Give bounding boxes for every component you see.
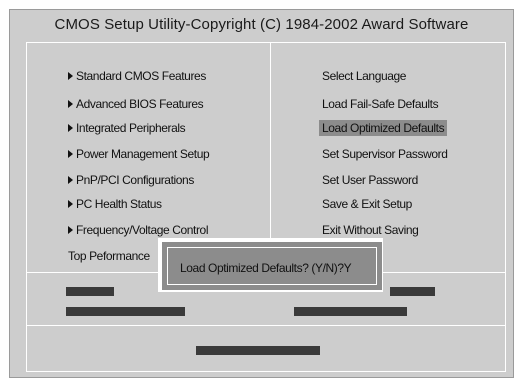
help-key-bar-left: [66, 287, 114, 296]
menu-item-load-failsafe[interactable]: Load Fail-Safe Defaults: [322, 96, 439, 112]
help-text-bar-left: [66, 307, 185, 316]
menu-item-advanced-bios[interactable]: Advanced BIOS Features: [68, 96, 204, 112]
menu-item-label: Top Peformance: [68, 249, 150, 263]
menu-item-label: Set User Password: [322, 173, 418, 187]
window-title: CMOS Setup Utility-Copyright (C) 1984-20…: [54, 16, 469, 33]
menu-item-save-exit[interactable]: Save & Exit Setup: [322, 196, 412, 212]
menu-item-top-performance[interactable]: Top Peformance: [68, 248, 150, 264]
help-section-separator: [26, 325, 506, 326]
menu-item-label: Select Language: [322, 69, 407, 83]
menu-item-label: Integrated Peripherals: [76, 121, 186, 135]
item-help-bar: [196, 346, 320, 355]
menu-item-label: PnP/PCI Configurations: [76, 173, 194, 187]
frame-right-border: [505, 42, 506, 372]
submenu-arrow-icon: [68, 124, 73, 132]
dialog-message[interactable]: Load Optimized Defaults? (Y/N)?Y: [180, 261, 352, 275]
menu-item-power-management[interactable]: Power Management Setup: [68, 146, 210, 162]
menu-item-label: Frequency/Voltage Control: [76, 223, 209, 237]
submenu-arrow-icon: [68, 200, 73, 208]
submenu-arrow-icon: [68, 72, 73, 80]
menu-item-label: Standard CMOS Features: [76, 69, 206, 83]
submenu-arrow-icon: [68, 226, 73, 234]
bios-window: CMOS Setup Utility-Copyright (C) 1984-20…: [9, 9, 514, 378]
confirm-dialog[interactable]: Load Optimized Defaults? (Y/N)?Y: [162, 242, 382, 290]
menu-item-label: Power Management Setup: [76, 147, 210, 161]
menu-item-pnp-pci[interactable]: PnP/PCI Configurations: [68, 172, 194, 188]
menu-item-frequency-voltage[interactable]: Frequency/Voltage Control: [68, 222, 208, 238]
menu-item-select-language[interactable]: Select Language: [322, 68, 406, 84]
menu-item-set-user-password[interactable]: Set User Password: [322, 172, 418, 188]
help-key-bar-right: [390, 287, 435, 296]
menu-item-label: Load Optimized Defaults: [322, 121, 445, 135]
submenu-arrow-icon: [68, 176, 73, 184]
menu-item-set-supervisor-password[interactable]: Set Supervisor Password: [322, 146, 448, 162]
menu-item-label: Save & Exit Setup: [322, 197, 412, 211]
menu-item-load-optimized[interactable]: Load Optimized Defaults: [319, 120, 448, 136]
menu-item-label: PC Health Status: [76, 197, 162, 211]
menu-item-standard-cmos[interactable]: Standard CMOS Features: [68, 68, 206, 84]
frame-bottom-border: [26, 371, 506, 372]
menu-item-label: Set Supervisor Password: [322, 147, 448, 161]
menu-item-pc-health[interactable]: PC Health Status: [68, 196, 162, 212]
frame-top-border: [26, 42, 506, 43]
frame-left-border: [26, 42, 27, 372]
menu-item-label: Advanced BIOS Features: [76, 97, 204, 111]
menu-item-integrated-peripherals[interactable]: Integrated Peripherals: [68, 120, 186, 136]
submenu-arrow-icon: [68, 100, 73, 108]
menu-item-label: Exit Without Saving: [322, 223, 419, 237]
submenu-arrow-icon: [68, 150, 73, 158]
help-text-bar-right: [294, 307, 407, 316]
menu-item-exit-without-saving[interactable]: Exit Without Saving: [322, 222, 419, 238]
menu-item-label: Load Fail-Safe Defaults: [322, 97, 439, 111]
